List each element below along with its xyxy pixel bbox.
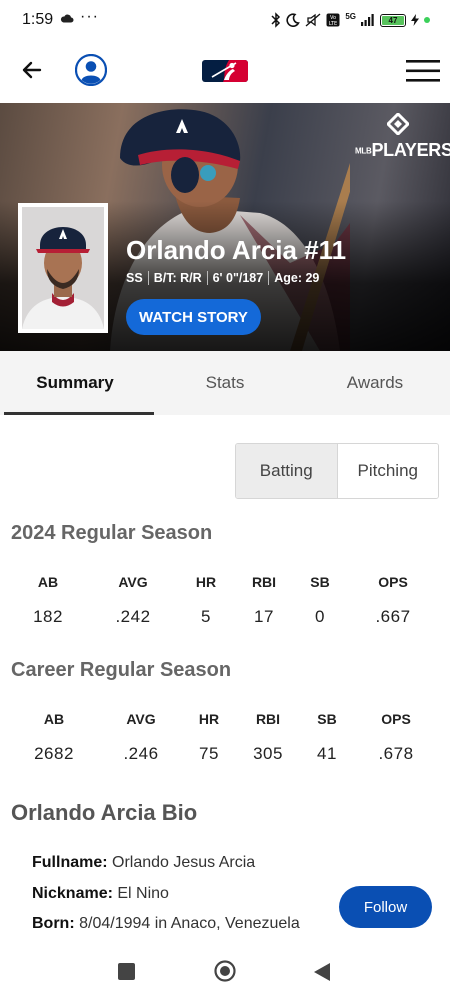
volte-icon: Vo LTE xyxy=(326,13,340,27)
recent-apps-icon[interactable] xyxy=(118,963,135,980)
cloud-icon xyxy=(60,14,74,23)
season-header: AVG xyxy=(118,574,148,590)
season-value: 17 xyxy=(254,607,274,626)
status-bar: 1:59 ··· Vo LTE 5G 47 xyxy=(0,0,450,40)
meta-separator xyxy=(268,271,270,285)
app-header xyxy=(0,40,450,103)
back-triangle-icon[interactable] xyxy=(313,962,331,982)
career-value: 75 xyxy=(199,744,219,763)
tab-summary[interactable]: Summary xyxy=(0,351,154,415)
career-header: AVG xyxy=(126,711,156,727)
privacy-indicator-dot xyxy=(424,17,430,23)
back-arrow-icon[interactable] xyxy=(20,58,44,82)
bio-born-value: 8/04/1994 in Anaco, Venezuela xyxy=(79,915,300,932)
bio-fullname-label: Fullname: xyxy=(32,854,108,871)
season-stats-title: 2024 Regular Season xyxy=(11,522,213,544)
career-value: 305 xyxy=(253,744,283,763)
bluetooth-icon xyxy=(271,12,281,28)
career-value: 2682 xyxy=(34,744,74,763)
season-header: AB xyxy=(37,574,59,590)
player-name: Orlando Arcia #11 xyxy=(126,235,347,265)
profile-icon[interactable] xyxy=(75,54,107,86)
bio-nickname: Nickname: El Nino xyxy=(32,885,169,903)
season-value: 182 xyxy=(33,607,63,626)
battery-icon: 47 xyxy=(380,13,406,27)
season-value: .667 xyxy=(375,607,411,626)
season-header: HR xyxy=(195,574,217,590)
bio-born: Born: 8/04/1994 in Anaco, Venezuela xyxy=(32,915,300,933)
players-logo-text: MLBPLAYERS xyxy=(355,140,450,160)
pitching-toggle-button[interactable]: Pitching xyxy=(337,444,438,498)
season-value: 0 xyxy=(315,607,325,626)
career-stats-title: Career Regular Season xyxy=(11,659,232,681)
player-headshot xyxy=(18,203,108,333)
tab-awards[interactable]: Awards xyxy=(300,351,450,415)
player-position: SS xyxy=(126,271,143,285)
mlb-players-logo: MLBPLAYERS xyxy=(355,111,450,165)
player-height-weight: 6' 0"/187 xyxy=(212,271,264,285)
battery-level: 47 xyxy=(382,15,404,25)
player-headshot-image xyxy=(22,207,104,329)
season-header: SB xyxy=(310,574,330,590)
meta-separator xyxy=(147,271,149,285)
status-icons: Vo LTE 5G 47 xyxy=(271,11,430,29)
season-value: .242 xyxy=(115,607,151,626)
career-header: SB xyxy=(317,711,337,727)
status-more-dots: ··· xyxy=(80,8,99,25)
stat-type-toggle: Batting Pitching xyxy=(235,443,439,499)
tab-stats[interactable]: Stats xyxy=(150,351,300,415)
career-header: RBI xyxy=(255,711,281,727)
watch-story-button[interactable]: WATCH STORY xyxy=(126,299,261,335)
moon-icon xyxy=(286,13,301,27)
player-hero-banner: MLBPLAYERS Orlando Arcia #11 SS B/T: R/R… xyxy=(0,103,450,351)
bio-nickname-label: Nickname: xyxy=(32,885,113,902)
meta-separator xyxy=(206,271,208,285)
bio-fullname-value: Orlando Jesus Arcia xyxy=(112,854,256,871)
season-header: OPS xyxy=(378,574,408,590)
bio-born-label: Born: xyxy=(32,915,75,932)
player-meta: SS B/T: R/R 6' 0"/187 Age: 29 xyxy=(126,271,319,285)
status-time: 1:59 xyxy=(22,11,54,28)
batting-toggle-button[interactable]: Batting xyxy=(236,444,338,498)
career-value: .678 xyxy=(378,744,414,763)
career-header: HR xyxy=(198,711,220,727)
home-icon[interactable] xyxy=(214,960,236,982)
system-nav-bar xyxy=(0,945,450,1000)
season-header: RBI xyxy=(251,574,277,590)
bio-fullname: Fullname: Orlando Jesus Arcia xyxy=(32,854,255,872)
hamburger-menu-icon[interactable] xyxy=(406,60,440,82)
signal-icon xyxy=(361,14,374,26)
follow-button[interactable]: Follow xyxy=(339,886,432,928)
career-header: OPS xyxy=(381,711,411,727)
bio-title: Orlando Arcia Bio xyxy=(11,800,198,825)
player-age: Age: 29 xyxy=(274,271,320,285)
charging-icon xyxy=(411,14,419,26)
players-diamond-icon xyxy=(385,111,410,137)
mlb-logo-icon[interactable] xyxy=(202,60,248,82)
mute-icon xyxy=(305,13,321,27)
player-bats-throws: B/T: R/R xyxy=(153,271,202,285)
svg-text:LTE: LTE xyxy=(329,21,337,27)
season-value: 5 xyxy=(201,607,211,626)
player-tabs: Summary Stats Awards xyxy=(0,351,450,415)
career-value: 41 xyxy=(317,744,337,763)
bio-nickname-value: El Nino xyxy=(117,885,169,902)
network-label: 5G xyxy=(345,12,356,21)
career-value: .246 xyxy=(123,744,159,763)
career-header: AB xyxy=(43,711,65,727)
